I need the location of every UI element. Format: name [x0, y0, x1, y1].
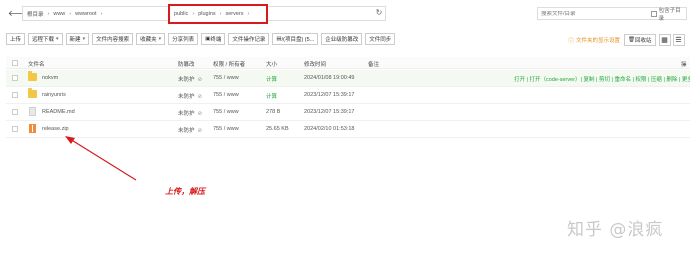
annotation-text: 上传，解压	[165, 187, 205, 196]
watermark: 知乎 @浪疯	[567, 220, 664, 240]
file-manager: 🡐 根目录 › www › wwwroot › public › plugins…	[0, 0, 690, 259]
